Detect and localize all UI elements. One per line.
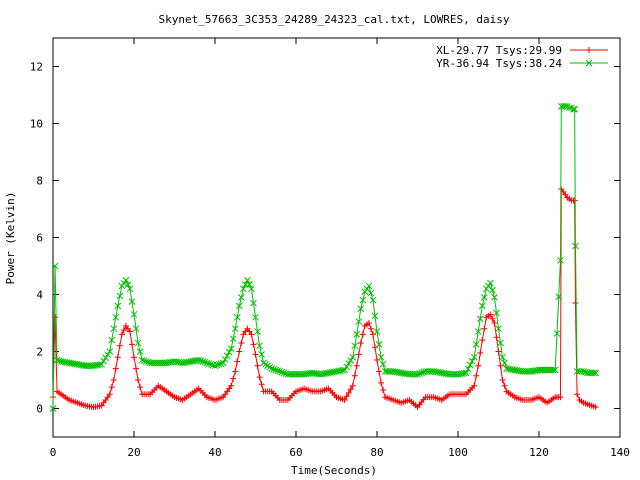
data-point-marker — [572, 300, 579, 307]
data-point-marker — [481, 325, 488, 332]
data-point-marker — [112, 365, 119, 372]
data-point-marker — [378, 379, 385, 386]
y-tick-label: 10 — [30, 118, 43, 131]
data-point-marker — [487, 279, 494, 287]
data-point-marker — [351, 372, 358, 379]
data-point-marker — [128, 341, 135, 348]
data-point-marker — [489, 286, 496, 294]
data-point-marker — [234, 358, 241, 365]
data-point-marker — [501, 359, 508, 367]
x-tick-label: 140 — [610, 446, 630, 459]
data-point-marker — [236, 348, 243, 355]
data-point-marker — [479, 337, 486, 344]
data-point-marker — [365, 282, 373, 290]
data-point-marker — [475, 362, 482, 369]
data-point-marker — [345, 360, 353, 367]
data-point-marker — [131, 354, 137, 361]
y-tick-label: 2 — [36, 346, 43, 359]
data-point-marker — [114, 354, 121, 361]
y-tick-label: 8 — [36, 175, 43, 188]
data-point-marker — [110, 377, 117, 383]
data-point-marker — [104, 351, 112, 359]
data-point-marker — [374, 357, 380, 364]
data-point-marker — [102, 354, 110, 362]
y-tick-label: 0 — [36, 403, 43, 416]
chart: Skynet_57663_3C353_24289_24323_cal.txt, … — [4, 13, 630, 477]
data-point-marker — [574, 391, 581, 398]
data-point-marker — [376, 368, 383, 375]
data-point-marker — [232, 368, 239, 375]
legend-label: XL-29.77 Tsys:29.99 — [436, 44, 562, 57]
x-tick-label: 100 — [448, 446, 468, 459]
x-tick-label: 40 — [208, 446, 221, 459]
data-point-marker — [116, 342, 123, 349]
chart-title: Skynet_57663_3C353_24289_24323_cal.txt, … — [159, 13, 510, 26]
data-point-marker — [353, 362, 360, 369]
data-point-marker — [586, 47, 592, 53]
data-point-marker — [108, 384, 115, 391]
data-point-marker — [493, 334, 500, 341]
data-point-marker — [367, 325, 374, 332]
data-point-marker — [256, 374, 263, 381]
data-point-marker — [359, 331, 366, 338]
data-point-marker — [495, 348, 502, 355]
data-point-marker — [501, 382, 508, 389]
data-point-marker — [230, 375, 237, 382]
axes: 0 20 40 60 80 100 120 140 0 2 4 6 8 10 12 — [30, 38, 630, 459]
data-point-marker — [477, 349, 484, 356]
data-point-marker — [497, 362, 504, 369]
y-tick-label: 12 — [30, 61, 43, 74]
series-layer — [49, 103, 600, 412]
data-point-marker — [100, 357, 107, 365]
x-tick-label: 60 — [289, 446, 302, 459]
data-point-marker — [499, 377, 506, 383]
series-1 — [49, 103, 600, 412]
x-tick-label: 0 — [50, 446, 57, 459]
data-point-marker — [473, 372, 480, 379]
data-point-marker — [135, 377, 142, 383]
data-point-marker — [367, 289, 375, 297]
data-point-marker — [571, 197, 578, 204]
x-tick-label: 120 — [529, 446, 549, 459]
x-axis-label: Time(Seconds) — [291, 464, 377, 477]
data-point-marker — [343, 363, 350, 371]
data-point-marker — [254, 362, 261, 369]
legend-label: YR-36.94 Tsys:38.24 — [436, 57, 562, 70]
x-tick-label: 20 — [127, 446, 140, 459]
data-point-marker — [355, 351, 362, 358]
y-axis-label: Power (Kelvin) — [4, 192, 17, 285]
y-tick-label: 4 — [36, 289, 43, 302]
data-point-marker — [133, 365, 140, 372]
data-point-marker — [137, 384, 144, 391]
data-point-marker — [371, 344, 378, 351]
x-tick-label: 80 — [370, 446, 383, 459]
y-tick-label: 6 — [36, 232, 43, 245]
data-point-marker — [252, 351, 259, 358]
series-line — [52, 187, 596, 408]
data-point-marker — [238, 339, 245, 346]
data-point-marker — [357, 339, 364, 346]
series-line — [52, 105, 596, 409]
data-point-marker — [369, 331, 376, 338]
data-point-marker — [250, 341, 257, 348]
data-point-marker — [258, 381, 265, 388]
legend: XL-29.77 Tsys:29.99YR-36.94 Tsys:38.24 — [436, 44, 608, 70]
data-point-marker — [380, 386, 387, 393]
data-point-marker — [347, 357, 355, 364]
data-point-marker — [379, 360, 387, 368]
